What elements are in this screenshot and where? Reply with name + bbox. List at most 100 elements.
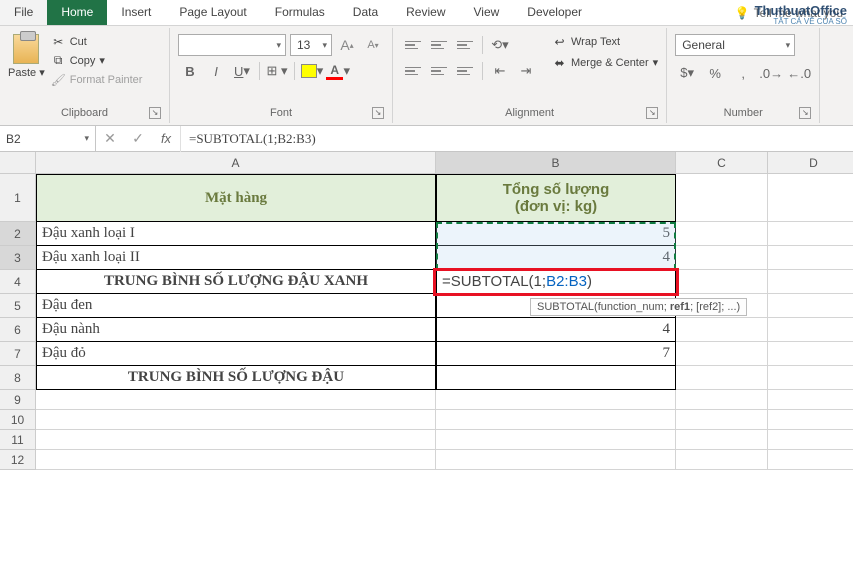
- cell-D6[interactable]: [768, 318, 853, 342]
- tab-page-layout[interactable]: Page Layout: [165, 0, 260, 25]
- row-header-3[interactable]: 3: [0, 246, 36, 270]
- align-right-button[interactable]: [453, 61, 477, 81]
- cell-B3[interactable]: 4: [436, 246, 676, 270]
- align-center-button[interactable]: [427, 61, 451, 81]
- row-header-11[interactable]: 11: [0, 430, 36, 450]
- merge-center-button[interactable]: ⬌Merge & Center ▾: [552, 55, 658, 70]
- cell-C12[interactable]: [676, 450, 768, 470]
- cell-A7[interactable]: Đậu đỏ: [36, 342, 436, 366]
- cell-A2[interactable]: Đậu xanh loại I: [36, 222, 436, 246]
- cell-A12[interactable]: [36, 450, 436, 470]
- insert-function-button[interactable]: fx: [152, 126, 180, 152]
- number-format-combo[interactable]: General: [675, 34, 795, 56]
- increase-decimal-button[interactable]: .0→: [759, 62, 783, 84]
- decrease-font-button[interactable]: A▾: [362, 34, 384, 56]
- cell-D10[interactable]: [768, 410, 853, 430]
- cell-D12[interactable]: [768, 450, 853, 470]
- accounting-format-button[interactable]: $▾: [675, 62, 699, 84]
- cell-A9[interactable]: [36, 390, 436, 410]
- row-header-6[interactable]: 6: [0, 318, 36, 342]
- cell-B8[interactable]: [436, 366, 676, 390]
- tab-formulas[interactable]: Formulas: [261, 0, 339, 25]
- select-all-corner[interactable]: [0, 152, 36, 174]
- cell-D3[interactable]: [768, 246, 853, 270]
- cell-D11[interactable]: [768, 430, 853, 450]
- cell-C7[interactable]: [676, 342, 768, 366]
- row-header-12[interactable]: 12: [0, 450, 36, 470]
- align-top-button[interactable]: [401, 35, 425, 55]
- alignment-dialog-launcher[interactable]: ↘: [646, 107, 658, 119]
- align-bottom-button[interactable]: [453, 35, 477, 55]
- cell-A3[interactable]: Đậu xanh loại II: [36, 246, 436, 270]
- font-size-combo[interactable]: 13: [290, 34, 332, 56]
- clipboard-dialog-launcher[interactable]: ↘: [149, 107, 161, 119]
- cell-D1[interactable]: [768, 174, 853, 222]
- row-header-9[interactable]: 9: [0, 390, 36, 410]
- cell-C6[interactable]: [676, 318, 768, 342]
- cell-A8[interactable]: TRUNG BÌNH SỐ LƯỢNG ĐẬU: [36, 366, 436, 390]
- row-header-1[interactable]: 1: [0, 174, 36, 222]
- comma-format-button[interactable]: ,: [731, 62, 755, 84]
- cell-header-A1[interactable]: Mặt hàng: [36, 174, 436, 222]
- cell-B6[interactable]: 4: [436, 318, 676, 342]
- paste-button[interactable]: Paste ▾: [8, 30, 45, 79]
- italic-button[interactable]: I: [204, 60, 228, 82]
- cut-button[interactable]: ✂Cut: [51, 34, 143, 49]
- row-header-8[interactable]: 8: [0, 366, 36, 390]
- cell-D4[interactable]: [768, 270, 853, 294]
- cell-B12[interactable]: [436, 450, 676, 470]
- underline-button[interactable]: U ▾: [230, 60, 254, 82]
- format-painter-button[interactable]: 🖌Format Painter: [51, 72, 143, 87]
- cell-B10[interactable]: [436, 410, 676, 430]
- name-box[interactable]: B2: [0, 126, 96, 151]
- cell-C3[interactable]: [676, 246, 768, 270]
- increase-indent-button[interactable]: ⇥: [514, 60, 538, 82]
- increase-font-button[interactable]: A▴: [336, 34, 358, 56]
- tab-developer[interactable]: Developer: [513, 0, 596, 25]
- column-header-A[interactable]: A: [36, 152, 436, 174]
- cell-C2[interactable]: [676, 222, 768, 246]
- copy-button[interactable]: ⧉Copy ▾: [51, 53, 143, 68]
- cell-B4-formula[interactable]: =SUBTOTAL(1;B2:B3): [436, 270, 676, 294]
- orientation-button[interactable]: ⟲▾: [488, 34, 512, 56]
- font-family-combo[interactable]: [178, 34, 286, 56]
- cell-D5[interactable]: [768, 294, 853, 318]
- cell-C11[interactable]: [676, 430, 768, 450]
- cancel-formula-button[interactable]: ✕: [96, 126, 124, 152]
- cell-A10[interactable]: [36, 410, 436, 430]
- borders-button[interactable]: ⊞ ▾: [265, 60, 289, 82]
- column-header-B[interactable]: B: [436, 152, 676, 174]
- tell-me-search[interactable]: 💡Tell me what you: [721, 0, 853, 25]
- cell-A11[interactable]: [36, 430, 436, 450]
- column-header-C[interactable]: C: [676, 152, 768, 174]
- tab-insert[interactable]: Insert: [107, 0, 165, 25]
- row-header-7[interactable]: 7: [0, 342, 36, 366]
- cell-C4[interactable]: [676, 270, 768, 294]
- tab-review[interactable]: Review: [392, 0, 459, 25]
- font-dialog-launcher[interactable]: ↘: [372, 107, 384, 119]
- cell-B2[interactable]: 5: [436, 222, 676, 246]
- wrap-text-button[interactable]: ↩Wrap Text: [552, 34, 658, 49]
- cell-B11[interactable]: [436, 430, 676, 450]
- column-header-D[interactable]: D: [768, 152, 853, 174]
- cell-C8[interactable]: [676, 366, 768, 390]
- number-dialog-launcher[interactable]: ↘: [799, 107, 811, 119]
- tab-view[interactable]: View: [460, 0, 514, 25]
- row-header-5[interactable]: 5: [0, 294, 36, 318]
- cell-C9[interactable]: [676, 390, 768, 410]
- tab-data[interactable]: Data: [339, 0, 392, 25]
- cell-A6[interactable]: Đậu nành: [36, 318, 436, 342]
- decrease-decimal-button[interactable]: ←.0: [787, 62, 811, 84]
- cell-D9[interactable]: [768, 390, 853, 410]
- cell-header-B1[interactable]: Tổng số lượng(đơn vị: kg): [436, 174, 676, 222]
- font-color-button[interactable]: A▾: [326, 60, 350, 82]
- cell-A5[interactable]: Đậu đen: [36, 294, 436, 318]
- row-header-2[interactable]: 2: [0, 222, 36, 246]
- cell-D7[interactable]: [768, 342, 853, 366]
- percent-format-button[interactable]: %: [703, 62, 727, 84]
- cell-A4[interactable]: TRUNG BÌNH SỐ LƯỢNG ĐẬU XANH: [36, 270, 436, 294]
- cell-B9[interactable]: [436, 390, 676, 410]
- row-header-10[interactable]: 10: [0, 410, 36, 430]
- cell-C1[interactable]: [676, 174, 768, 222]
- bold-button[interactable]: B: [178, 60, 202, 82]
